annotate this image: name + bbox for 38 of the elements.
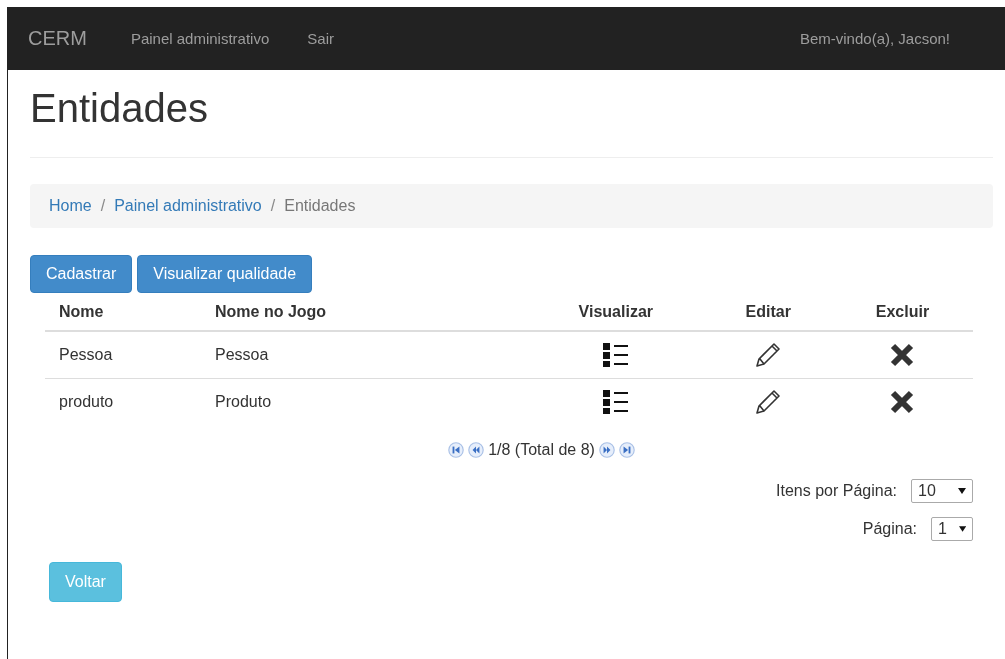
list-icon[interactable] [601,342,630,368]
delete-icon[interactable] [889,342,916,368]
delete-icon[interactable] [889,389,916,415]
page-title: Entidades [30,86,208,131]
page-label: Página: [862,520,917,538]
column-header: Nome [59,303,104,320]
first-page-icon[interactable] [448,442,465,458]
brand-logo[interactable]: CERM [28,27,87,50]
list-icon[interactable] [601,389,630,415]
table-cell: produto [59,393,114,410]
nav-link[interactable]: Painel administrativo [130,30,270,47]
page-status: 1/8 (Total de 8) [488,441,595,459]
breadcrumb-link[interactable]: Home [49,197,92,215]
caret-icon [958,487,966,495]
nav-link[interactable]: Sair [307,30,334,47]
table-cell: Pessoa [59,346,113,363]
action-button[interactable]: Cadastrar [30,255,133,293]
last-page-icon[interactable] [618,442,635,458]
breadcrumb-link[interactable]: Painel administrativo [114,197,262,215]
items-per-page-label: Itens por Página: [776,482,897,500]
pencil-icon[interactable] [755,389,782,415]
page-select[interactable]: 1 [931,517,973,541]
welcome-text: Bem-vindo(a), Jacson! [799,30,950,47]
column-header: Excluir [875,303,930,320]
table-cell: Pessoa [215,346,269,363]
breadcrumb-separator: / [269,197,277,215]
column-header: Editar [745,303,791,320]
breadcrumb-separator: / [99,197,107,215]
pencil-icon[interactable] [755,342,782,368]
items-per-page-select[interactable]: 10 [911,479,973,503]
table-cell: Produto [215,393,272,410]
column-header: Nome no Jogo [215,303,327,320]
column-header: Visualizar [578,303,654,320]
next-page-icon[interactable] [598,442,615,458]
breadcrumb-current: Entidades [284,197,356,215]
previous-page-icon[interactable] [468,442,485,458]
action-button[interactable]: Visualizar qualidade [137,255,313,293]
caret-icon [958,525,966,533]
